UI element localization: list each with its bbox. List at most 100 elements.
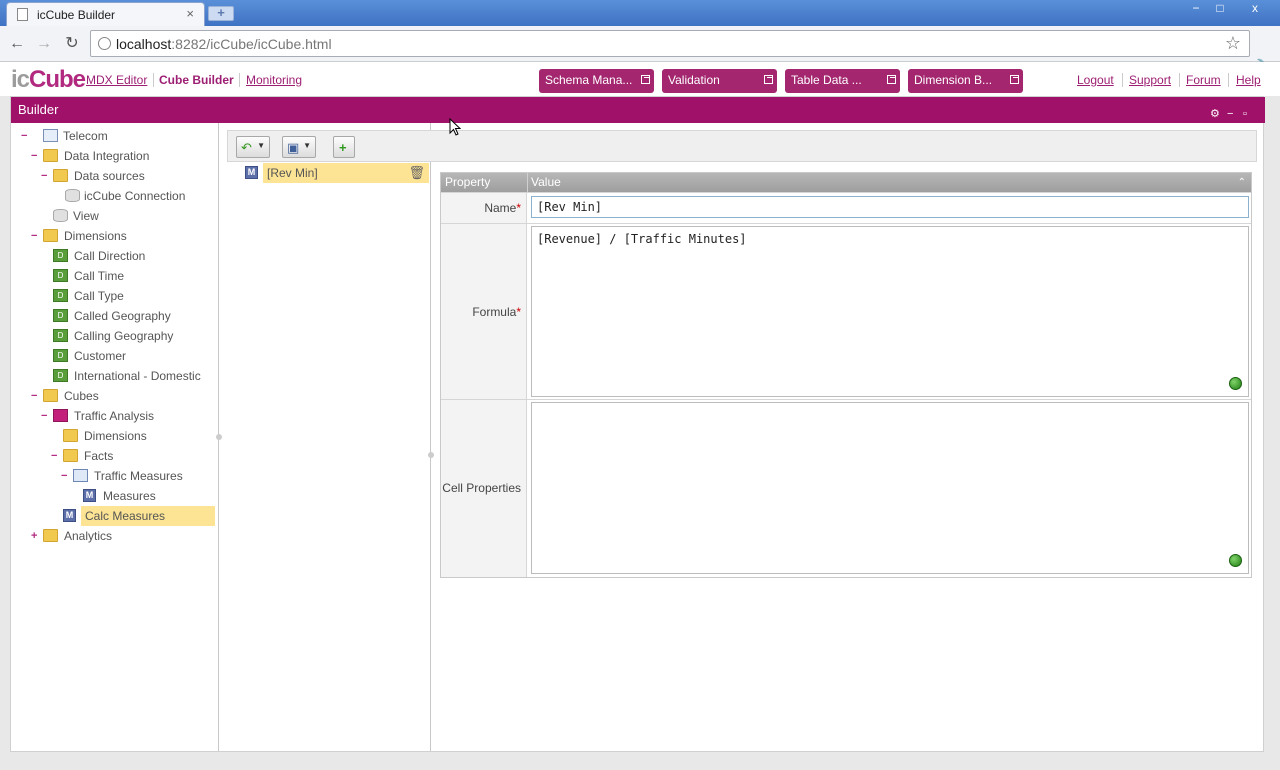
folder-icon [53,169,68,182]
expand-toggle[interactable]: + [31,526,39,546]
validation-button[interactable]: Validation [662,69,777,93]
dimension-browser-button[interactable]: Dimension B... [908,69,1023,93]
panel-title-bar: Builder ⚙ − ▫ [11,97,1265,123]
nav-divider [153,73,154,87]
close-tab-icon[interactable]: × [186,6,194,21]
panel-title: Builder [18,102,59,117]
mouse-cursor-icon [449,118,461,136]
collapse-toggle[interactable]: − [31,226,39,246]
browser-tab[interactable]: icCube Builder × [6,2,205,26]
table-data-button[interactable]: Table Data ... [785,69,900,93]
list-item-label: [Rev Min] [263,163,429,183]
nav-divider [1179,73,1180,87]
maximize-panel-icon[interactable]: ▫ [1243,101,1247,127]
dimension-icon: D [53,269,68,282]
popout-icon [887,75,896,84]
view-icon [53,209,68,222]
nav-divider [1122,73,1123,87]
globe-icon [98,37,111,50]
tree-node-calc-measures[interactable]: M Calc Measures [63,506,215,526]
nav-mdx-editor[interactable]: MDX Editor [86,73,147,87]
nav-monitoring[interactable]: Monitoring [246,73,302,87]
new-tab-button[interactable]: + [208,6,234,21]
property-grid: Property Value ⌃ Name* [Rev Min] Formula… [440,172,1252,578]
nav-divider [1228,73,1229,87]
maximize-window-button[interactable]: □ [1209,1,1231,17]
folder-icon [63,429,78,442]
minimize-window-button[interactable]: − [1185,1,1207,17]
folder-icon [43,389,58,402]
undo-button[interactable]: ↶ ▼ [236,136,270,158]
property-row-cell-properties: Cell Properties [441,399,1251,577]
dimension-icon: D [53,369,68,382]
bookmark-star-icon[interactable]: ☆ [1225,33,1241,54]
app-header: icCube MDX Editor Cube Builder Monitorin… [0,62,1280,96]
list-item[interactable]: M [Rev Min] 🗑 [245,163,429,183]
popout-icon [1010,75,1019,84]
dropdown-arrow-icon: ▼ [303,141,311,150]
cell-properties-editor[interactable] [531,402,1249,574]
folder-icon [43,149,58,162]
tab-title: icCube Builder [37,8,116,22]
collapse-icon[interactable]: ⌃ [1238,173,1246,192]
page-icon [17,8,28,21]
support-link[interactable]: Support [1129,73,1171,87]
measure-icon: M [83,489,96,502]
collapse-toggle[interactable]: − [41,166,49,186]
cell-properties-valid-status-icon [1229,554,1242,567]
nav-divider [239,73,240,87]
forward-icon[interactable]: → [34,34,54,54]
dimension-icon: D [53,329,68,342]
browser-toolbar: ← → ↻ localhost:8282/icCube/icCube.html … [0,26,1280,77]
measure-icon: M [245,166,258,179]
forum-link[interactable]: Forum [1186,73,1221,87]
property-label: Cell Properties [441,400,527,577]
schema-icon [43,129,58,142]
splitter-handle[interactable] [428,452,434,458]
property-label: Formula* [441,224,527,399]
popout-icon [641,75,650,84]
minimize-panel-icon[interactable]: − [1227,101,1233,127]
save-button[interactable]: ▣ ▼ [282,136,316,158]
formula-editor[interactable]: [Revenue] / [Traffic Minutes] [531,226,1249,397]
nav-cube-builder[interactable]: Cube Builder [159,73,234,87]
calc-measures-list [227,123,431,751]
property-value: [Revenue] / [Traffic Minutes] [531,226,1249,397]
name-input[interactable]: [Rev Min] [531,196,1249,218]
address-bar[interactable]: localhost:8282/icCube/icCube.html ☆ [90,30,1250,57]
reload-icon[interactable]: ↻ [62,34,82,54]
cube-icon [53,409,68,422]
close-window-button[interactable]: x [1244,1,1266,17]
gear-icon[interactable]: ⚙ [1210,101,1220,127]
collapse-toggle[interactable]: − [51,446,59,466]
property-value: [Rev Min] [531,196,1249,218]
dimension-icon: D [53,289,68,302]
trash-icon[interactable]: 🗑 [408,165,425,181]
collapse-toggle[interactable]: − [21,126,29,146]
dimension-icon: D [53,349,68,362]
logout-link[interactable]: Logout [1077,73,1114,87]
popout-icon [764,75,773,84]
iccube-logo: icCube [11,66,86,93]
collapse-toggle[interactable]: − [31,386,39,406]
dropdown-arrow-icon: ▼ [257,141,265,150]
back-icon[interactable]: ← [7,34,27,54]
add-icon: + [339,140,347,155]
database-icon [65,189,80,202]
property-row-formula: Formula* [Revenue] / [Traffic Minutes] [441,223,1251,399]
dimension-icon: D [53,309,68,322]
schema-manager-button[interactable]: Schema Mana... [539,69,654,93]
undo-icon: ↶ [241,140,252,155]
collapse-toggle[interactable]: − [41,406,49,426]
editor-toolbar: ↶ ▼ ▣ ▼ + [227,130,1257,162]
table-icon [73,469,88,482]
splitter-handle[interactable] [216,434,222,440]
collapse-toggle[interactable]: − [31,146,39,166]
help-link[interactable]: Help [1236,73,1261,87]
collapse-toggle[interactable]: − [61,466,69,486]
grid-header: Property Value ⌃ [441,173,1251,192]
value-column-header: Value [531,175,561,189]
add-measure-button[interactable]: + [333,136,355,158]
column-divider [527,173,528,192]
property-label: Name* [441,193,527,223]
